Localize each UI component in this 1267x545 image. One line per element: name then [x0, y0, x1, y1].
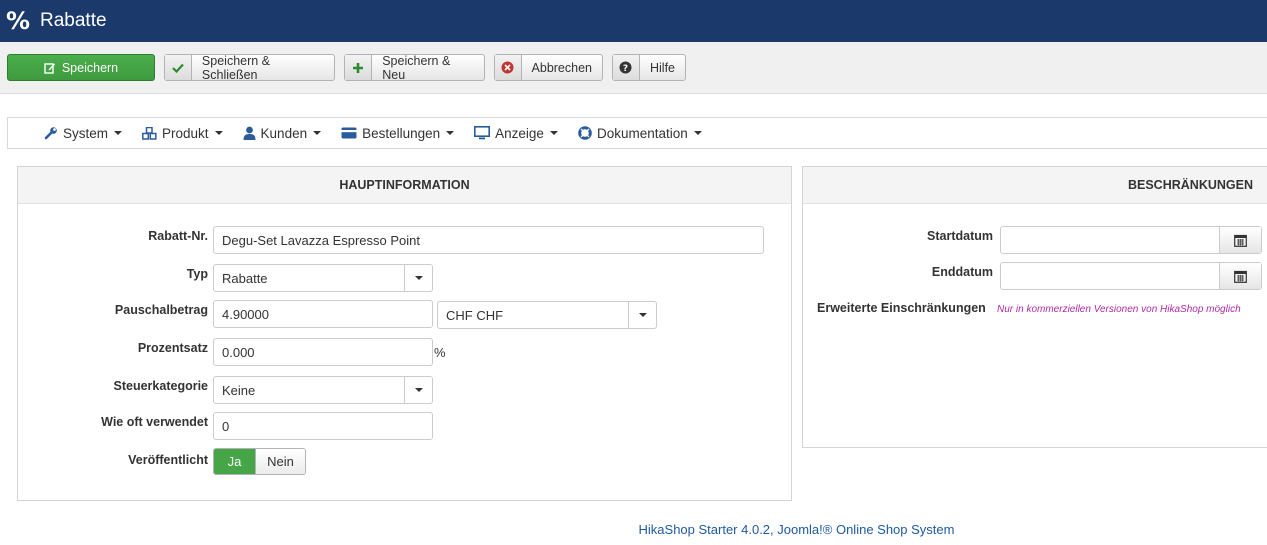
wrench-icon — [44, 126, 58, 140]
flat-amount-field[interactable] — [222, 306, 432, 322]
menu-orders-label: Bestellungen — [362, 125, 441, 141]
percent-label: Prozentsatz — [137, 341, 208, 355]
restrictions-title: BESCHRÄNKUNGEN — [803, 167, 1267, 204]
code-label: Rabatt-Nr. — [148, 229, 208, 243]
menu-customers-label: Kunden — [260, 125, 308, 141]
chevron-down-icon — [549, 131, 558, 135]
published-toggle[interactable]: Ja Nein — [213, 448, 306, 475]
question-circle-icon: ? — [613, 55, 640, 80]
tax-category-select[interactable]: Keine — [213, 376, 433, 404]
menu-system[interactable]: System — [44, 125, 123, 141]
menu-product-label: Produkt — [162, 125, 209, 141]
cancel-circle-icon — [495, 55, 522, 80]
flat-amount-input[interactable] — [213, 300, 433, 328]
save-new-button[interactable]: Speichern & Neu — [344, 53, 485, 82]
help-button[interactable]: ? Hilfe — [612, 54, 686, 81]
cubes-icon — [142, 126, 157, 140]
chevron-down-icon — [214, 131, 223, 135]
currency-select-value: CHF CHF — [446, 307, 504, 323]
plus-icon — [345, 55, 373, 80]
save-button-label: Speichern — [61, 60, 119, 75]
cancel-button[interactable]: Abbrechen — [494, 54, 603, 81]
footer: HikaShop Starter 4.0.2, Joomla!® Online … — [0, 522, 1267, 537]
end-date-field[interactable] — [1001, 263, 1219, 289]
menu-documentation-label: Dokumentation — [596, 125, 688, 141]
chevron-down-icon — [313, 131, 322, 135]
help-label: Hilfe — [649, 60, 675, 75]
main-info-panel: HAUPTINFORMATION — [17, 166, 792, 501]
calendar-icon[interactable] — [1219, 263, 1261, 289]
calendar-icon[interactable] — [1219, 227, 1261, 253]
save-close-label: Speichern & Schließen — [201, 53, 271, 82]
chevron-down-icon — [693, 131, 702, 135]
advanced-restrictions-label: Erweiterte Einschränkungen — [817, 301, 986, 315]
percent-icon: % — [6, 7, 31, 35]
commercial-version-note: Nur in kommerziellen Versionen von HikaS… — [997, 304, 1241, 315]
start-date-label: Startdatum — [927, 229, 993, 243]
percent-unit: % — [434, 345, 446, 360]
start-date-input[interactable] — [1000, 226, 1262, 254]
currency-select[interactable]: CHF CHF — [437, 301, 657, 329]
toolbar: Speichern Speichern & Schließen Speicher… — [0, 42, 1267, 94]
published-no-button[interactable]: Nein — [255, 449, 305, 474]
menu-product[interactable]: Produkt — [142, 126, 223, 141]
start-date-field[interactable] — [1001, 227, 1219, 253]
user-icon — [243, 126, 256, 140]
end-date-label: Enddatum — [931, 265, 993, 279]
credit-card-icon — [341, 127, 357, 139]
flat-amount-label: Pauschalbetrag — [114, 303, 208, 317]
main-info-title: HAUPTINFORMATION — [18, 167, 791, 204]
menu-orders[interactable]: Bestellungen — [341, 125, 455, 141]
chevron-down-icon — [404, 265, 432, 291]
chevron-down-icon — [628, 302, 656, 328]
page-header: % Rabatte — [0, 0, 1267, 42]
monitor-icon — [474, 126, 491, 140]
footer-link[interactable]: HikaShop Starter 4.0.2, Joomla!® Online … — [639, 522, 955, 537]
page-title: Rabatte — [40, 10, 107, 31]
type-select[interactable]: Rabatte — [213, 264, 433, 292]
code-input-field[interactable] — [222, 232, 763, 248]
menu-display-label: Anzeige — [495, 125, 544, 141]
save-button[interactable]: Speichern — [7, 54, 155, 81]
used-times-label: Wie oft verwendet — [101, 415, 208, 429]
chevron-down-icon — [404, 377, 432, 403]
chevron-down-icon — [114, 131, 123, 135]
type-label: Typ — [186, 267, 208, 281]
menu-display[interactable]: Anzeige — [474, 126, 558, 141]
check-icon — [165, 55, 192, 80]
svg-text:?: ? — [623, 64, 628, 74]
tax-category-label: Steuerkategorie — [113, 379, 208, 393]
end-date-input[interactable] — [1000, 262, 1262, 290]
published-label: Veröffentlicht — [128, 453, 208, 467]
used-times-field[interactable] — [222, 418, 432, 434]
menu-system-label: System — [63, 125, 109, 141]
code-input[interactable] — [213, 226, 764, 254]
used-times-input[interactable] — [213, 412, 433, 440]
hikashop-menu: System Produkt Kunden Bestellungen Anzei… — [7, 117, 1267, 149]
save-close-button[interactable]: Speichern & Schließen — [164, 53, 335, 82]
menu-customers[interactable]: Kunden — [243, 126, 322, 141]
save-new-label: Speichern & Neu — [382, 53, 451, 82]
tax-category-value: Keine — [222, 382, 256, 398]
menu-documentation[interactable]: Dokumentation — [578, 126, 702, 141]
cancel-label: Abbrechen — [531, 60, 592, 75]
edit-icon — [44, 62, 56, 74]
lifebuoy-icon — [578, 126, 592, 140]
percent-input[interactable] — [213, 338, 433, 366]
percent-field[interactable] — [222, 344, 432, 360]
published-yes-button[interactable]: Ja — [214, 449, 255, 474]
type-select-value: Rabatte — [222, 270, 268, 286]
chevron-down-icon — [446, 131, 455, 135]
